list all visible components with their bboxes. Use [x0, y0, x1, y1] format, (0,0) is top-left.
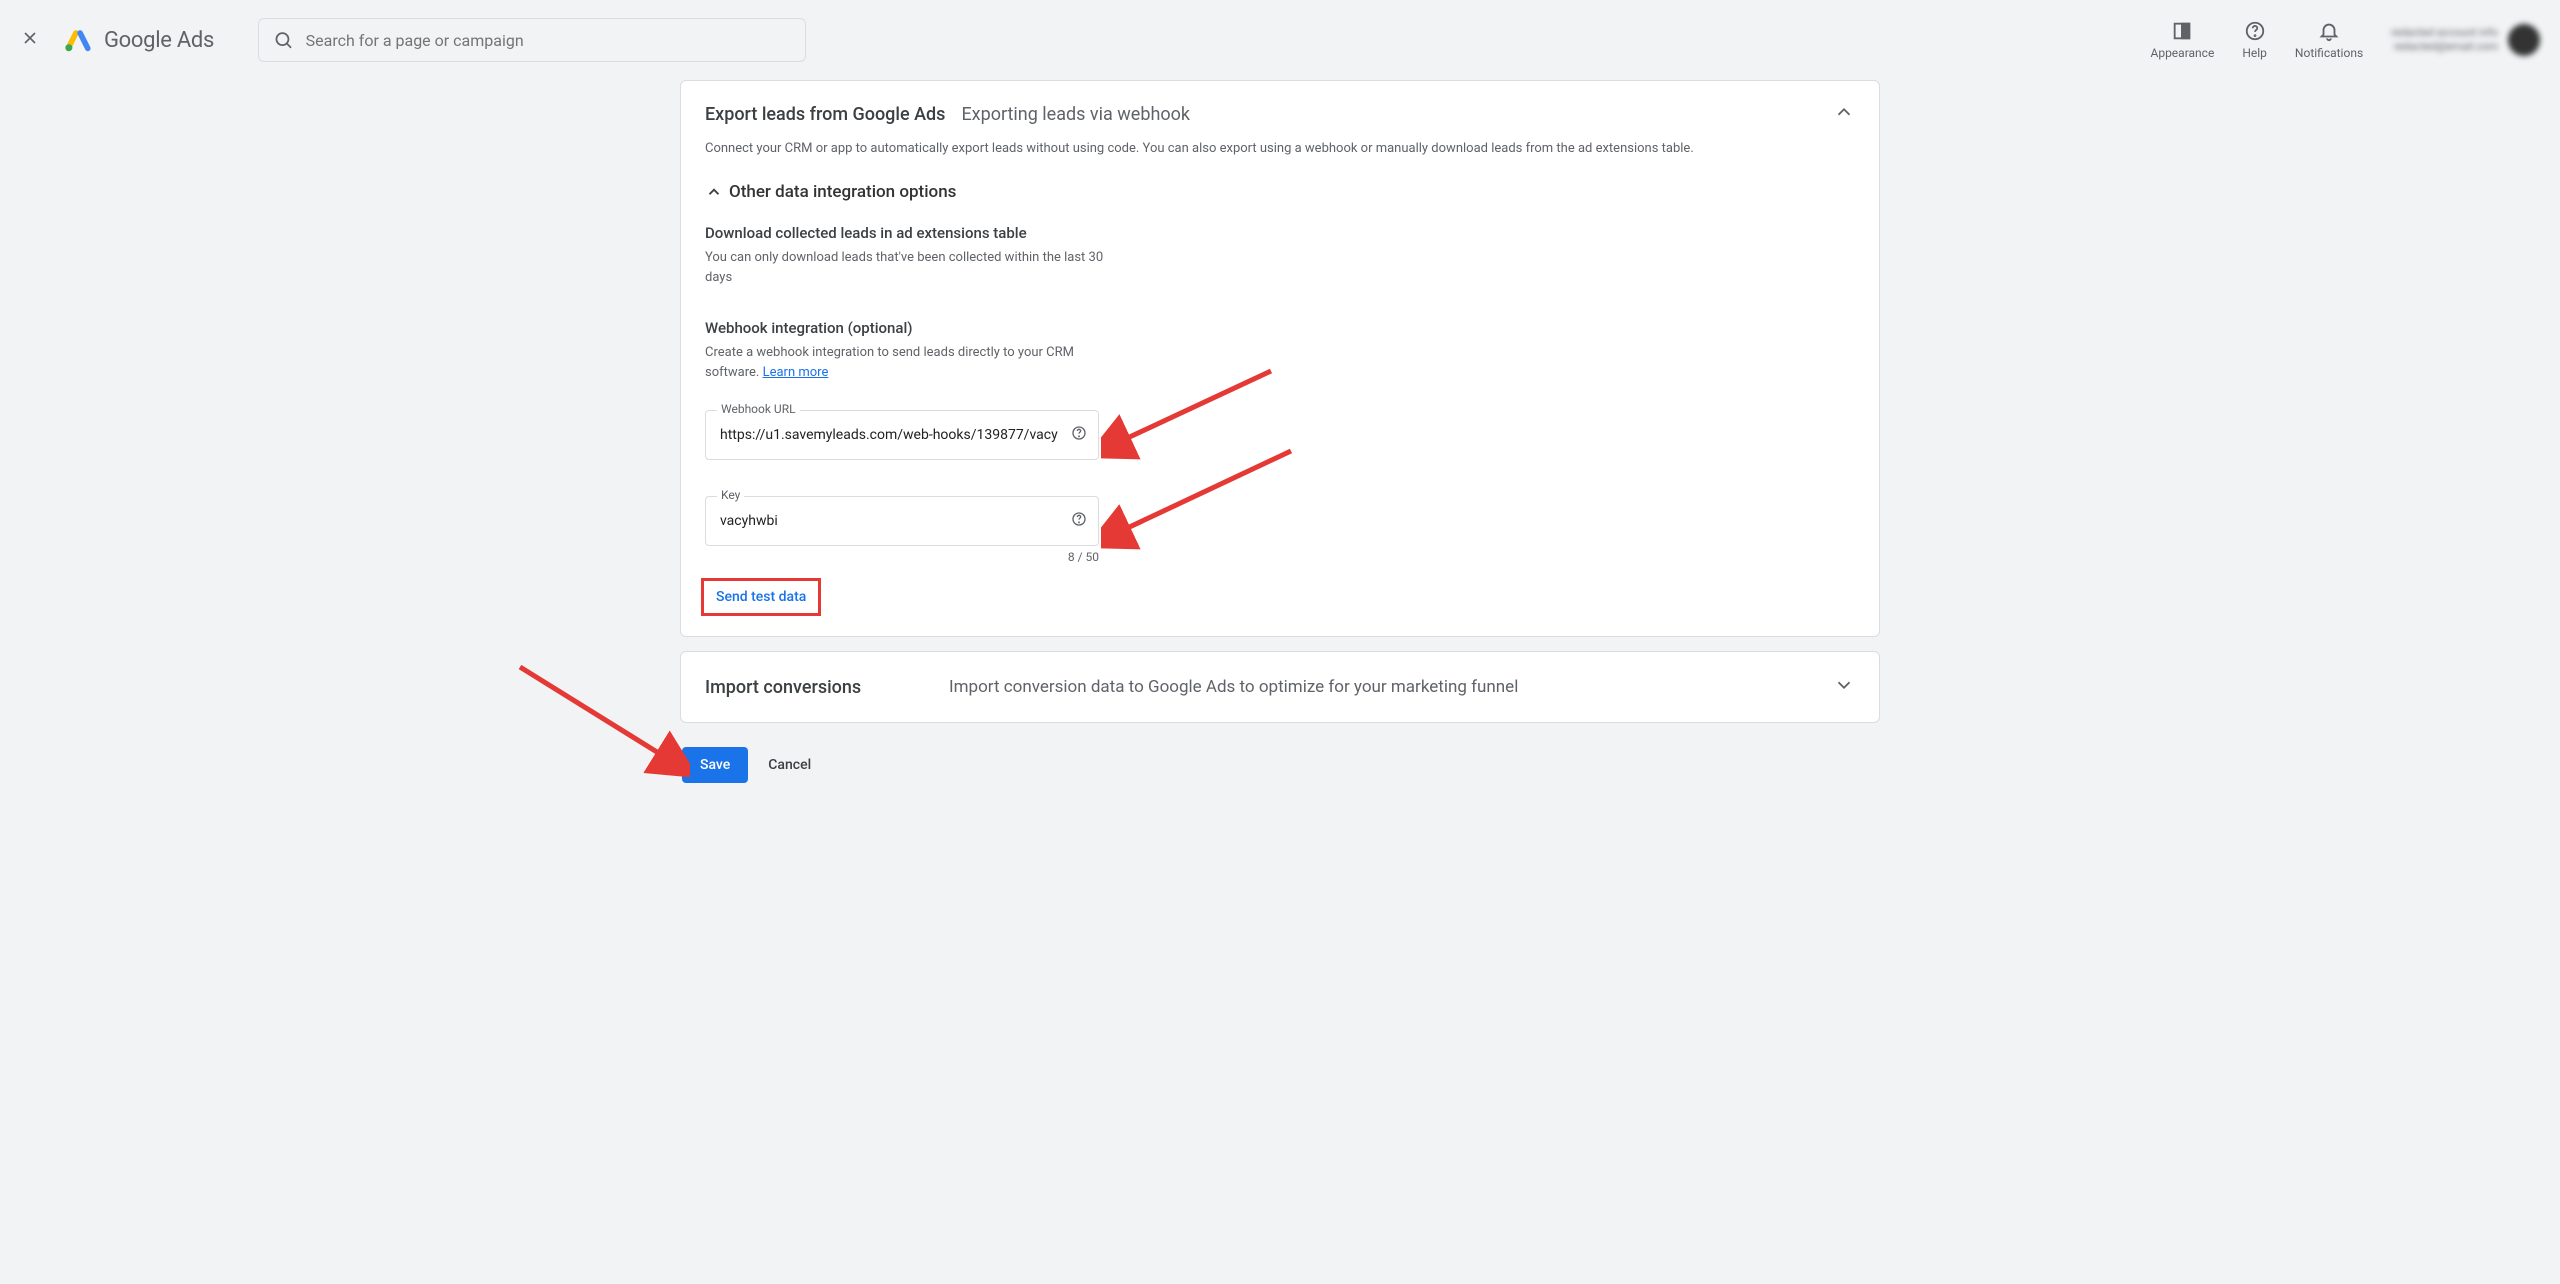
main-content: Export leads from Google Ads Exporting l…	[680, 80, 1880, 823]
chevron-up-icon	[1833, 101, 1855, 123]
chevron-down-icon	[1833, 674, 1855, 696]
export-card-subtitle: Exporting leads via webhook	[961, 104, 1190, 125]
import-conversions-card[interactable]: Import conversions Import conversion dat…	[680, 651, 1880, 723]
header-actions: Appearance Help Notifications	[2151, 20, 2364, 60]
help-circle-icon	[1071, 425, 1087, 441]
key-label: Key	[717, 488, 744, 502]
key-counter: 8 / 50	[705, 550, 1099, 564]
bell-icon	[2318, 20, 2340, 42]
search-input[interactable]	[306, 31, 791, 50]
download-leads-section: Download collected leads in ad extension…	[681, 210, 1879, 291]
webhook-title: Webhook integration (optional)	[705, 319, 1855, 337]
appearance-button[interactable]: Appearance	[2151, 20, 2215, 60]
account-area[interactable]: redacted account info redacted@email.com	[2391, 24, 2540, 56]
webhook-section: Webhook integration (optional) Create a …	[681, 291, 1879, 386]
export-card-title: Export leads from Google Ads	[705, 104, 945, 125]
save-button[interactable]: Save	[682, 747, 748, 783]
help-circle-icon	[1071, 511, 1087, 527]
annotation-arrow-3	[510, 657, 690, 777]
close-icon	[20, 28, 40, 48]
help-button[interactable]: Help	[2242, 20, 2267, 60]
app-header: Google Ads Appearance Help Notifications…	[0, 0, 2560, 80]
appearance-icon	[2171, 20, 2193, 42]
collapse-button[interactable]	[1833, 101, 1855, 127]
webhook-url-help[interactable]	[1071, 425, 1087, 445]
appearance-label: Appearance	[2151, 46, 2215, 60]
learn-more-link[interactable]: Learn more	[763, 365, 829, 380]
action-buttons-row: Save Cancel	[680, 747, 1880, 783]
webhook-url-input[interactable]	[705, 410, 1099, 460]
avatar[interactable]	[2508, 24, 2540, 56]
webhook-desc: Create a webhook integration to send lea…	[705, 343, 1105, 382]
search-icon	[273, 29, 294, 51]
search-box[interactable]	[258, 18, 806, 62]
annotation-arrow-2	[1101, 441, 1301, 551]
export-leads-card: Export leads from Google Ads Exporting l…	[680, 80, 1880, 637]
close-button[interactable]	[20, 26, 40, 54]
notifications-button[interactable]: Notifications	[2295, 20, 2363, 60]
chevron-up-icon	[705, 183, 723, 201]
notifications-label: Notifications	[2295, 46, 2363, 60]
google-ads-logo: Google Ads	[64, 26, 214, 54]
download-leads-desc: You can only download leads that've been…	[705, 248, 1105, 287]
send-test-highlight: Send test data	[701, 578, 821, 616]
webhook-url-field: Webhook URL	[705, 410, 1099, 460]
download-leads-title: Download collected leads in ad extension…	[705, 224, 1855, 242]
help-label: Help	[2242, 46, 2267, 60]
help-icon	[2244, 20, 2266, 42]
import-title: Import conversions	[705, 677, 949, 698]
ads-logo-icon	[64, 26, 92, 54]
other-options-toggle[interactable]: Other data integration options	[681, 168, 1879, 210]
export-card-description: Connect your CRM or app to automatically…	[681, 133, 1879, 168]
import-desc: Import conversion data to Google Ads to …	[949, 677, 1833, 697]
webhook-url-label: Webhook URL	[717, 402, 800, 416]
logo-text: Google Ads	[104, 28, 214, 53]
key-input[interactable]	[705, 496, 1099, 546]
send-test-button[interactable]: Send test data	[716, 589, 806, 605]
other-options-label: Other data integration options	[729, 182, 956, 202]
account-line1: redacted account info	[2391, 26, 2498, 40]
export-card-header: Export leads from Google Ads Exporting l…	[681, 81, 1879, 133]
key-help[interactable]	[1071, 511, 1087, 531]
key-field: Key	[705, 496, 1099, 546]
account-line2: redacted@email.com	[2391, 40, 2498, 54]
cancel-button[interactable]: Cancel	[768, 757, 811, 773]
expand-import-button[interactable]	[1833, 674, 1855, 700]
webhook-desc-text: Create a webhook integration to send lea…	[705, 345, 1074, 380]
